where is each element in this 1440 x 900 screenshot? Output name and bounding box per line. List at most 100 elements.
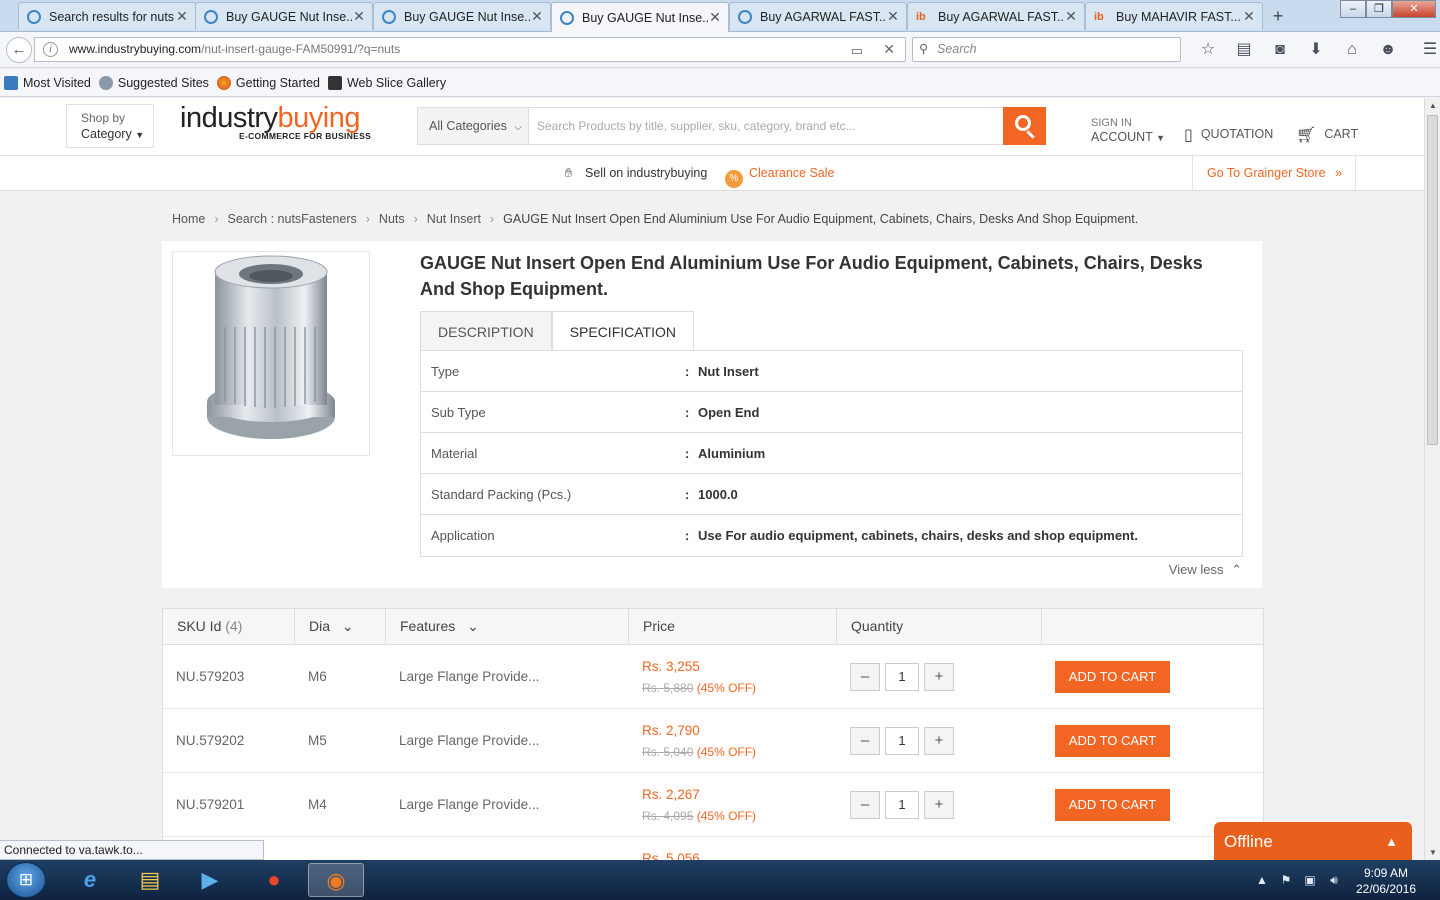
minus-button[interactable]: – [850,790,880,819]
hello-icon[interactable]: ☻ [1370,39,1406,61]
internet-explorer-icon[interactable]: e [62,863,118,897]
firefox-icon[interactable]: ◉ [308,863,364,897]
stop-icon[interactable]: ✕ [883,38,895,61]
tab-label: Buy MAHAVIR FAST... [1116,9,1241,24]
minus-button[interactable]: – [850,726,880,755]
pocket-icon[interactable]: ◙ [1262,39,1298,61]
loading-icon [382,9,396,24]
close-icon[interactable]: ✕ [175,8,189,25]
scrollbar-thumb[interactable] [1427,115,1438,445]
sku-price: Rs. 5,056 [629,837,837,860]
download-icon[interactable]: ⬇ [1298,39,1334,61]
add-to-cart-button[interactable]: ADD TO CART [1055,724,1170,757]
scroll-up-icon[interactable]: ▲ [1425,101,1440,110]
bookmark-web-slice[interactable]: Web Slice Gallery [327,75,446,90]
breadcrumb-item[interactable]: Home [172,212,205,226]
browser-tab[interactable]: ib Buy AGARWAL FAST... ✕ [907,2,1085,30]
tab-specification[interactable]: SPECIFICATION [551,311,694,351]
browser-search-input[interactable]: ⚲ Search [912,37,1181,62]
chevron-down-icon: ⌵ [514,122,522,133]
all-categories-dropdown[interactable]: All Categories ⌵ [417,107,529,145]
add-to-cart-button[interactable]: ADD TO CART [1055,788,1170,821]
plus-button[interactable]: + [924,726,954,755]
window-close-icon[interactable]: ✕ [1392,0,1436,18]
shop-by-category-button[interactable]: Shop by Category ▼ [66,104,154,148]
bookmark-suggested-sites[interactable]: Suggested Sites [98,75,209,90]
info-icon[interactable]: i [43,42,58,57]
site-logo[interactable]: industrybuying E-COMMERCE FOR BUSINESS [180,102,371,141]
add-to-cart-button[interactable]: ADD TO CART [1055,660,1170,693]
reading-list-icon[interactable]: ▤ [1226,39,1262,61]
vertical-scrollbar[interactable]: ▲ ▼ [1424,98,1440,860]
browser-tab-active[interactable]: Buy GAUGE Nut Inse... ✕ [551,2,729,32]
menu-icon[interactable]: ☰ [1412,39,1440,61]
chat-widget[interactable]: Offline ▲ [1214,822,1412,860]
minus-button[interactable]: – [850,662,880,691]
close-icon[interactable]: ✕ [1064,8,1078,25]
home-icon[interactable]: ⌂ [1334,39,1370,61]
plus-button[interactable]: + [924,790,954,819]
maximize-icon[interactable]: ❐ [1366,0,1392,18]
close-icon[interactable]: ✕ [886,8,900,25]
taskbar-clock[interactable]: 9:09 AM 22/06/2016 [1350,865,1422,897]
breadcrumb-item[interactable]: Search : nutsFasteners [228,212,357,226]
browser-tab[interactable]: Buy AGARWAL FAST... ✕ [729,2,907,30]
clearance-sale-link[interactable]: % Clearance Sale [725,166,834,188]
plus-button[interactable]: + [924,662,954,691]
close-icon[interactable]: ✕ [530,8,544,25]
browser-tab[interactable]: Buy GAUGE Nut Inse... ✕ [195,2,373,30]
tray-expand-icon[interactable]: ▲ [1250,873,1274,887]
quotation-link[interactable]: ▯ QUOTATION [1184,125,1273,145]
reader-view-icon[interactable]: ▭ [851,39,863,62]
breadcrumb: Home › Search : nutsFasteners › Nuts › Nut Ins… [172,212,1138,226]
quantity-input[interactable]: 1 [885,662,919,691]
app-icon[interactable]: ● [246,863,302,897]
clock-time: 9:09 AM [1363,866,1409,880]
cart-link[interactable]: 🛒︎ CART [1296,125,1358,145]
header-features[interactable]: Features ⌄ [386,609,629,644]
scroll-down-icon[interactable]: ▼ [1425,848,1440,857]
account-menu[interactable]: SIGN IN ACCOUNT ▼ [1091,116,1165,145]
bookmarks-bar: Most Visited Suggested Sites Getting Sta… [0,69,1440,97]
product-search-input[interactable]: Search Products by title, supplier, sku,… [529,107,1004,145]
quantity-input[interactable]: 1 [885,790,919,819]
header-dia[interactable]: Dia ⌄ [295,609,386,644]
browser-tab[interactable]: Buy GAUGE Nut Inse... ✕ [373,2,551,30]
view-less-link[interactable]: View less ⌃ [1169,562,1242,578]
back-arrow-icon[interactable]: ← [6,37,32,63]
file-explorer-icon[interactable]: ▤ [122,863,178,897]
spec-key: Standard Packing (Pcs.) [431,486,572,502]
header-quantity-label: Quantity [851,618,904,634]
tab-description[interactable]: DESCRIPTION [420,311,552,351]
sku-dia: M5 [308,733,327,748]
tab-label: Buy AGARWAL FAST... [760,9,886,24]
breadcrumb-item[interactable]: Nuts [379,212,405,226]
product-image[interactable] [172,251,370,456]
quantity-input[interactable]: 1 [885,726,919,755]
bookmark-star-icon[interactable]: ☆ [1190,39,1226,61]
double-chevron-right-icon: » [1335,166,1343,180]
bookmark-most-visited[interactable]: Most Visited [4,75,91,90]
chevron-up-icon[interactable]: ▲ [1385,822,1398,860]
grainger-store-link[interactable]: Go To Grainger Store » [1192,156,1356,190]
sku-features [386,837,629,860]
action-center-icon[interactable]: ⚑ [1274,873,1298,887]
media-player-icon[interactable]: ▶ [182,863,238,897]
sell-link[interactable]: ✋︎ Sell on industrybuying [565,166,707,181]
volume-icon[interactable]: 🔊︎ [1322,873,1346,888]
close-icon[interactable]: ✕ [1242,8,1256,25]
price-now: Rs. 2,267 [642,786,700,802]
start-button[interactable]: ⊞ [6,862,46,898]
close-icon[interactable]: ✕ [708,9,722,26]
breadcrumb-item[interactable]: Nut Insert [427,212,481,226]
url-bar[interactable]: i www.industrybuying.com/nut-insert-gaug… [34,37,906,62]
close-icon[interactable]: ✕ [352,8,366,25]
header-sku: SKU Id (4) [163,609,295,644]
bookmark-getting-started[interactable]: Getting Started [216,75,320,90]
browser-tab[interactable]: Search results for nuts ✕ [18,2,196,30]
search-button[interactable] [1003,107,1046,145]
browser-tab[interactable]: ib Buy MAHAVIR FAST... ✕ [1085,2,1263,30]
network-icon[interactable]: ▣ [1298,873,1322,887]
new-tab-icon[interactable]: + [1268,6,1288,27]
minimize-icon[interactable]: – [1340,0,1366,18]
